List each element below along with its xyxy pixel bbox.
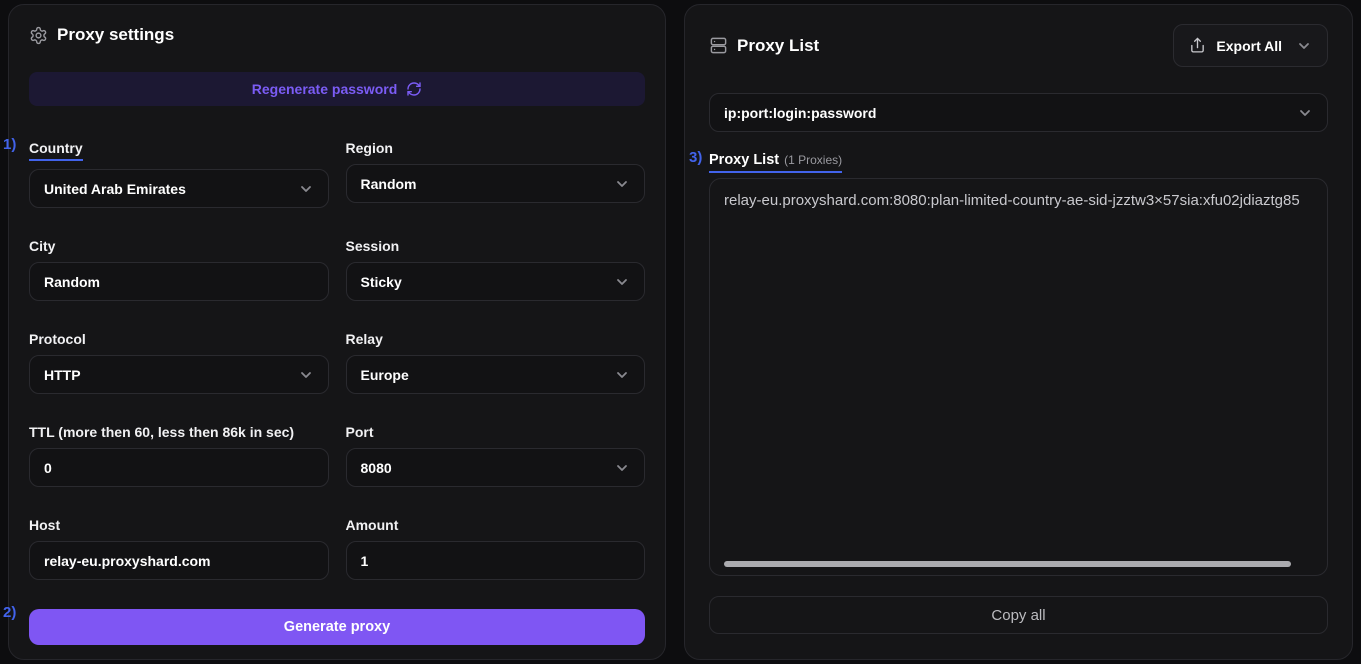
chevron-down-icon [298,367,314,383]
proxy-settings-title: Proxy settings [29,24,645,46]
proxy-list-textarea[interactable]: relay-eu.proxyshard.com:8080:plan-limite… [709,178,1328,576]
field-ttl: TTL (more then 60, less then 86k in sec)… [29,424,329,487]
proxy-list-title: Proxy List [709,35,819,57]
field-host: Host relay-eu.proxyshard.com [29,517,329,580]
proxy-list-label: Proxy List (1 Proxies) [709,152,842,173]
copy-all-button[interactable]: Copy all [709,596,1328,634]
annotation-step-3: 3) [689,149,702,166]
session-label: Session [346,238,400,254]
city-label: City [29,238,55,254]
field-country: Country United Arab Emirates [29,140,329,208]
proxy-settings-panel: Proxy settings Regenerate password Count… [8,4,666,660]
chevron-down-icon [298,181,314,197]
city-input[interactable]: Random [29,262,329,301]
generate-proxy-button[interactable]: Generate proxy [29,609,645,645]
region-select[interactable]: Random [346,164,646,203]
port-value: 8080 [361,460,392,476]
city-value: Random [44,274,100,290]
field-amount: Amount 1 [346,517,646,580]
horizontal-scrollbar[interactable] [724,561,1291,567]
session-select[interactable]: Sticky [346,262,646,301]
proxy-settings-form: Country United Arab Emirates Region Rand… [29,140,645,580]
protocol-label: Protocol [29,331,86,347]
ttl-value: 0 [44,460,52,476]
chevron-down-icon [614,460,630,476]
session-value: Sticky [361,274,402,290]
relay-label: Relay [346,331,383,347]
chevron-down-icon [614,274,630,290]
relay-select[interactable]: Europe [346,355,646,394]
field-region: Region Random [346,140,646,208]
field-relay: Relay Europe [346,331,646,394]
regenerate-password-button[interactable]: Regenerate password [29,72,645,106]
port-select[interactable]: 8080 [346,448,646,487]
refresh-icon [406,81,422,97]
field-city: City Random [29,238,329,301]
proxy-list-panel: Proxy List Export All ip:port:login:pass… [684,4,1353,660]
proxy-format-select[interactable]: ip:port:login:password [709,93,1328,132]
host-value: relay-eu.proxyshard.com [44,553,211,569]
proxy-line: relay-eu.proxyshard.com:8080:plan-limite… [724,192,1313,209]
region-label: Region [346,140,393,156]
field-protocol: Protocol HTTP [29,331,329,394]
panel-title-text: Proxy List [737,36,819,56]
chevron-down-icon [1296,38,1312,54]
proxy-list-header: Proxy List Export All [709,24,1328,67]
ttl-label: TTL (more then 60, less then 86k in sec) [29,424,294,440]
host-label: Host [29,517,60,533]
region-value: Random [361,176,417,192]
upload-icon [1189,37,1206,54]
export-all-button[interactable]: Export All [1173,24,1328,67]
country-label: Country [29,140,83,161]
server-icon [709,36,728,55]
panel-title-text: Proxy settings [57,25,174,45]
regenerate-password-label: Regenerate password [252,81,398,97]
amount-label: Amount [346,517,399,533]
ttl-input[interactable]: 0 [29,448,329,487]
proxy-list-label-text: Proxy List [709,152,779,168]
protocol-value: HTTP [44,367,81,383]
export-all-label: Export All [1216,38,1282,54]
proxy-list-label-row: Proxy List (1 Proxies) [709,151,1328,169]
field-session: Session Sticky [346,238,646,301]
chevron-down-icon [614,176,630,192]
proxy-list-count: (1 Proxies) [784,153,842,167]
host-input[interactable]: relay-eu.proxyshard.com [29,541,329,580]
annotation-step-2: 2) [3,604,16,621]
protocol-select[interactable]: HTTP [29,355,329,394]
amount-value: 1 [361,553,369,569]
gear-icon [29,26,48,45]
port-label: Port [346,424,374,440]
amount-input[interactable]: 1 [346,541,646,580]
proxy-format-value: ip:port:login:password [724,105,876,121]
relay-value: Europe [361,367,409,383]
field-port: Port 8080 [346,424,646,487]
chevron-down-icon [614,367,630,383]
annotation-step-1: 1) [3,136,16,153]
chevron-down-icon [1297,105,1313,121]
country-value: United Arab Emirates [44,181,186,197]
country-select[interactable]: United Arab Emirates [29,169,329,208]
